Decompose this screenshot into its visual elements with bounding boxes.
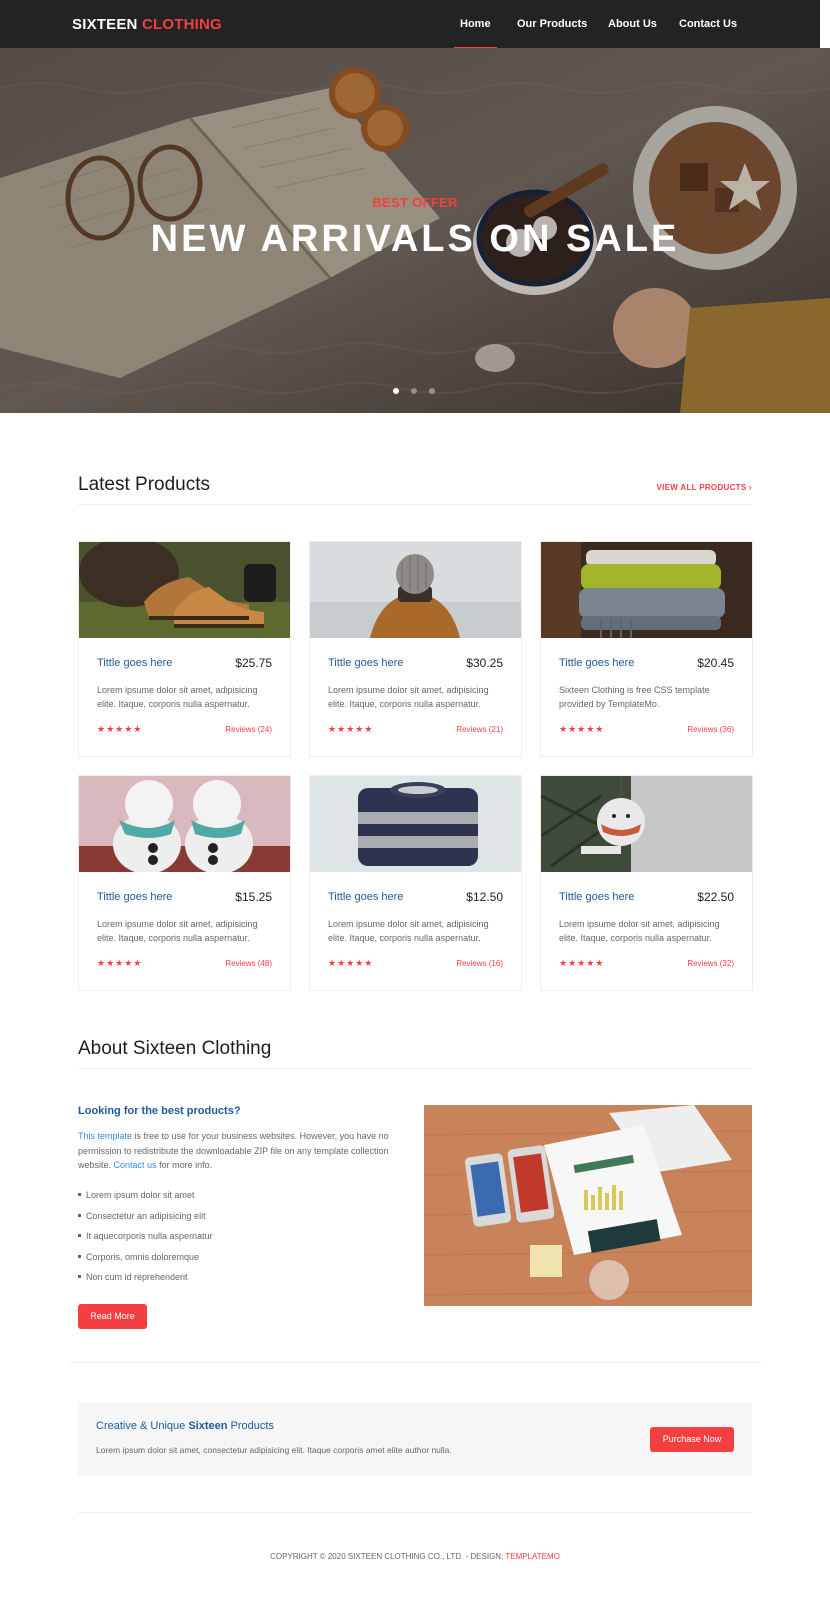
product-title[interactable]: Tittle goes here — [328, 657, 403, 669]
list-item: It aquecorporis nulla aspernatur — [78, 1229, 213, 1250]
list-item: Lorem ipsum dolor sit amet — [78, 1188, 213, 1209]
view-all-products-link[interactable]: VIEW ALL PRODUCTS › — [657, 483, 752, 492]
product-title[interactable]: Tittle goes here — [559, 657, 634, 669]
product-description: Lorem ipsume dolor sit amet, adipisicing… — [97, 919, 258, 943]
star-rating-icon: ★★★★★ — [97, 958, 143, 968]
about-paragraph: This template is free to use for your bu… — [78, 1129, 408, 1173]
product-image-scarves[interactable] — [541, 542, 752, 638]
section-divider — [78, 504, 752, 505]
product-card[interactable]: Tittle goes here $15.25 Lorem ipsume dol… — [78, 775, 291, 991]
product-reviews[interactable]: Reviews (36) — [687, 725, 734, 734]
callout-description: Lorem ipsum dolor sit amet, consectetur … — [96, 1445, 452, 1455]
product-price: $12.50 — [466, 890, 503, 904]
slider-dot-1[interactable] — [393, 388, 399, 394]
copyright-text: COPYRIGHT © 2020 SIXTEEN CLOTHING CO., L… — [270, 1552, 506, 1561]
product-title[interactable]: Tittle goes here — [97, 657, 172, 669]
slider-dot-2[interactable] — [411, 388, 417, 394]
contact-us-link[interactable]: Contact us — [114, 1160, 157, 1170]
product-price: $15.25 — [235, 890, 272, 904]
product-card[interactable]: Tittle goes here $30.25 Lorem ipsume dol… — [309, 541, 522, 757]
section-divider — [78, 1068, 752, 1069]
callout-title: Creative & Unique Sixteen Products — [96, 1420, 274, 1432]
hero-banner: BEST OFFER NEW ARRIVALS ON SALE — [0, 48, 830, 413]
brand-logo[interactable]: SIXTEEN CLOTHING — [72, 16, 222, 33]
product-reviews[interactable]: Reviews (48) — [225, 959, 272, 968]
product-image-beanie-jacket[interactable] — [310, 542, 521, 638]
product-image-boots[interactable] — [79, 542, 290, 638]
nav-contact-us[interactable]: Contact Us — [679, 18, 737, 30]
hero-subtitle: BEST OFFER — [372, 195, 458, 210]
callout-title-part1: Creative & Unique — [96, 1420, 189, 1432]
product-title[interactable]: Tittle goes here — [328, 891, 403, 903]
star-rating-icon: ★★★★★ — [559, 724, 605, 734]
list-item: Consectetur an adipisicing elit — [78, 1209, 213, 1230]
callout-title-bold: Sixteen — [188, 1420, 228, 1432]
star-rating-icon: ★★★★★ — [328, 958, 374, 968]
product-reviews[interactable]: Reviews (32) — [687, 959, 734, 968]
navbar: SIXTEEN CLOTHING Home Our Products About… — [0, 0, 830, 49]
list-item: Non cum id reprehenderit — [78, 1270, 213, 1291]
about-feature-list: Lorem ipsum dolor sit amet Consectetur a… — [78, 1188, 213, 1291]
about-image — [424, 1105, 752, 1306]
latest-products-title: Latest Products — [78, 474, 211, 495]
product-image-snowmen[interactable] — [79, 776, 290, 872]
nav-our-products[interactable]: Our Products — [517, 18, 587, 30]
product-image-ornament[interactable] — [541, 776, 752, 872]
hero-title: NEW ARRIVALS ON SALE — [150, 218, 680, 260]
templatemo-link[interactable]: TEMPLATEMO — [505, 1552, 560, 1561]
read-more-button[interactable]: Read More — [78, 1304, 147, 1329]
product-description: Lorem ipsume dolor sit amet, adipisicing… — [328, 685, 489, 709]
list-item: Corporis, omnis doloremque — [78, 1250, 213, 1271]
product-reviews[interactable]: Reviews (24) — [225, 725, 272, 734]
slider-dot-3[interactable] — [429, 388, 435, 394]
product-description: Sixteen Clothing is free CSS template pr… — [559, 685, 710, 709]
product-card[interactable]: Tittle goes here $12.50 Lorem ipsume dol… — [309, 775, 522, 991]
nav-about-us[interactable]: About Us — [608, 18, 657, 30]
callout-box: Creative & Unique Sixteen Products Lorem… — [78, 1402, 752, 1476]
product-description: Lorem ipsume dolor sit amet, adipisicing… — [328, 919, 489, 943]
template-link[interactable]: This template — [78, 1131, 132, 1141]
product-card[interactable]: Tittle goes here $25.75 Lorem ipsume dol… — [78, 541, 291, 757]
product-description: Lorem ipsume dolor sit amet, adipisicing… — [559, 919, 720, 943]
navbar-edge — [820, 0, 830, 48]
star-rating-icon: ★★★★★ — [559, 958, 605, 968]
footer-copyright: COPYRIGHT © 2020 SIXTEEN CLOTHING CO., L… — [0, 1552, 830, 1561]
product-price: $25.75 — [235, 656, 272, 670]
product-reviews[interactable]: Reviews (16) — [456, 959, 503, 968]
about-subtitle: Looking for the best products? — [78, 1105, 241, 1117]
brand-name: SIXTEEN — [72, 16, 138, 33]
brand-accent: CLOTHING — [141, 16, 222, 33]
nav-home[interactable]: Home — [454, 18, 497, 49]
about-title: About Sixteen Clothing — [78, 1038, 272, 1059]
section-divider — [69, 1362, 761, 1363]
star-rating-icon: ★★★★★ — [328, 724, 374, 734]
product-card[interactable]: Tittle goes here $22.50 Lorem ipsume dol… — [540, 775, 753, 991]
product-title[interactable]: Tittle goes here — [97, 891, 172, 903]
product-description: Lorem ipsume dolor sit amet, adipisicing… — [97, 685, 258, 709]
star-rating-icon: ★★★★★ — [97, 724, 143, 734]
callout-title-part2: Products — [227, 1420, 274, 1432]
product-price: $30.25 — [466, 656, 503, 670]
purchase-now-button[interactable]: Purchase Now — [650, 1427, 734, 1452]
footer-divider — [78, 1512, 752, 1513]
product-card[interactable]: Tittle goes here $20.45 Sixteen Clothing… — [540, 541, 753, 757]
product-title[interactable]: Tittle goes here — [559, 891, 634, 903]
product-price: $20.45 — [697, 656, 734, 670]
product-image-sweater[interactable] — [310, 776, 521, 872]
about-text-part2: for more info. — [156, 1160, 213, 1170]
product-reviews[interactable]: Reviews (21) — [456, 725, 503, 734]
product-price: $22.50 — [697, 890, 734, 904]
